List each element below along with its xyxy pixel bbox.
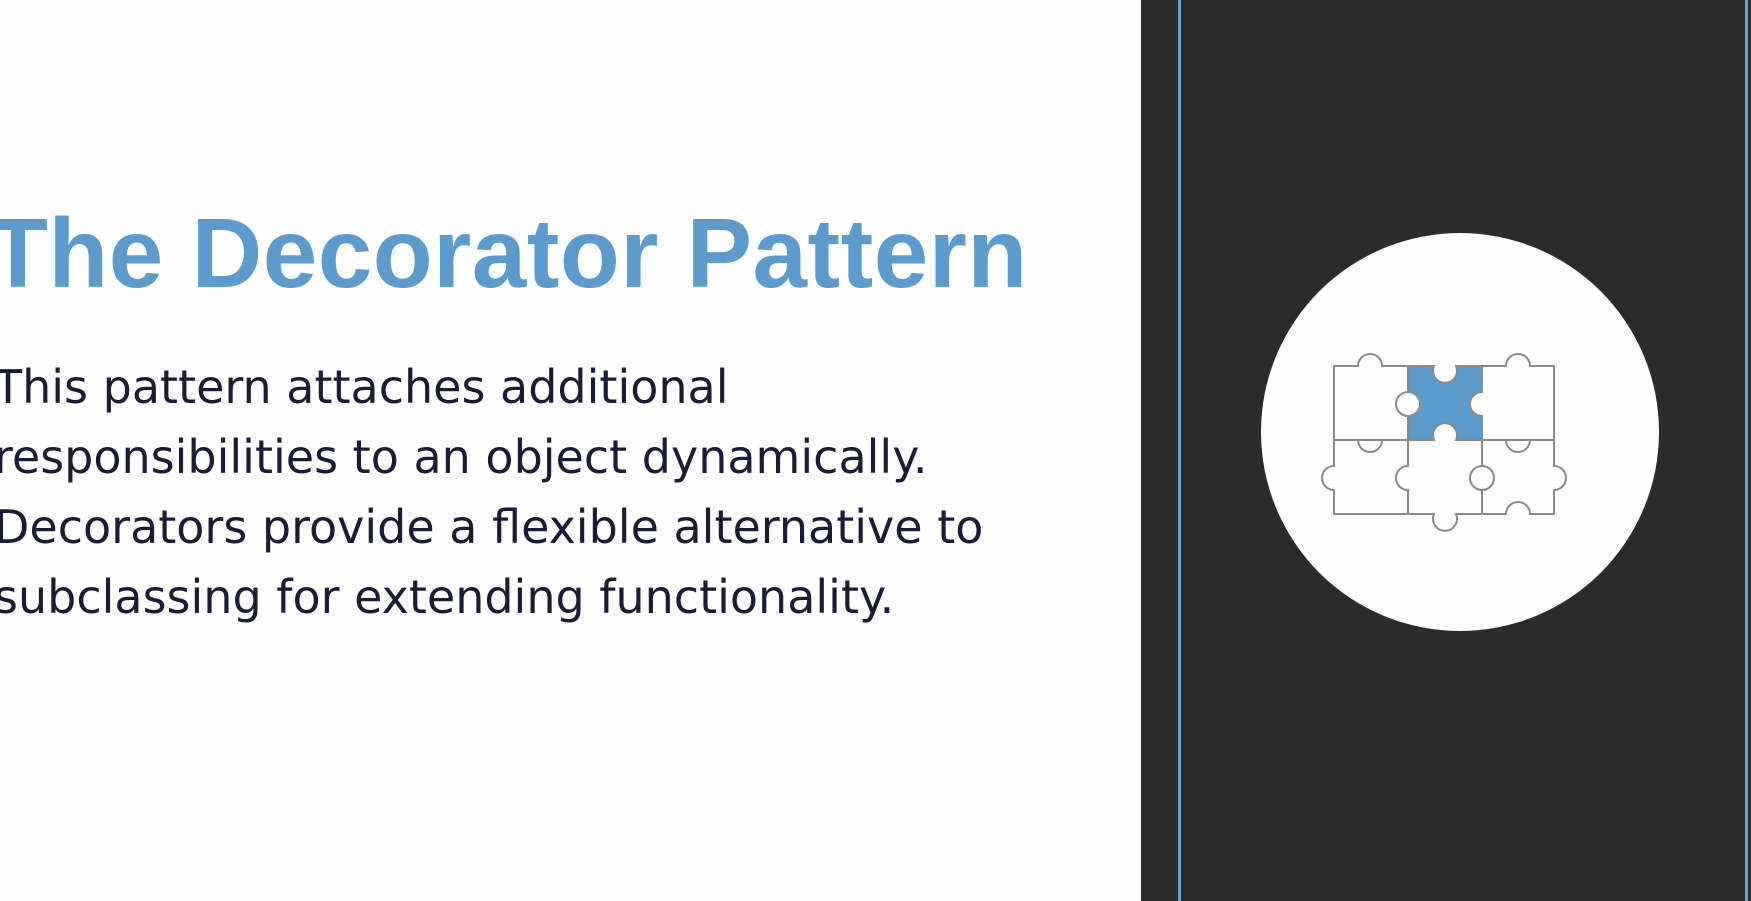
puzzle-piece-top-left [1333,353,1409,441]
accent-line-right [1745,0,1748,901]
puzzle-piece-bottom-center [1395,422,1483,532]
illustration-circle [1261,233,1659,631]
slide-body: This pattern attaches additional respons… [0,352,983,632]
body-line: Decorators provide a flexible alternativ… [0,500,984,554]
body-line: responsibilities to an object dynamicall… [0,430,928,484]
body-line: This pattern attaches additional [0,360,729,414]
accent-line-left [1178,0,1181,901]
slide: The Decorator Pattern This pattern attac… [0,0,1751,901]
puzzle-pieces-icon [1321,353,1567,532]
puzzle-piece-bottom-right [1481,439,1567,515]
slide-title: The Decorator Pattern [0,198,1028,308]
puzzle-piece-top-right [1469,353,1555,441]
body-line: subclassing for extending functionality. [0,570,895,624]
